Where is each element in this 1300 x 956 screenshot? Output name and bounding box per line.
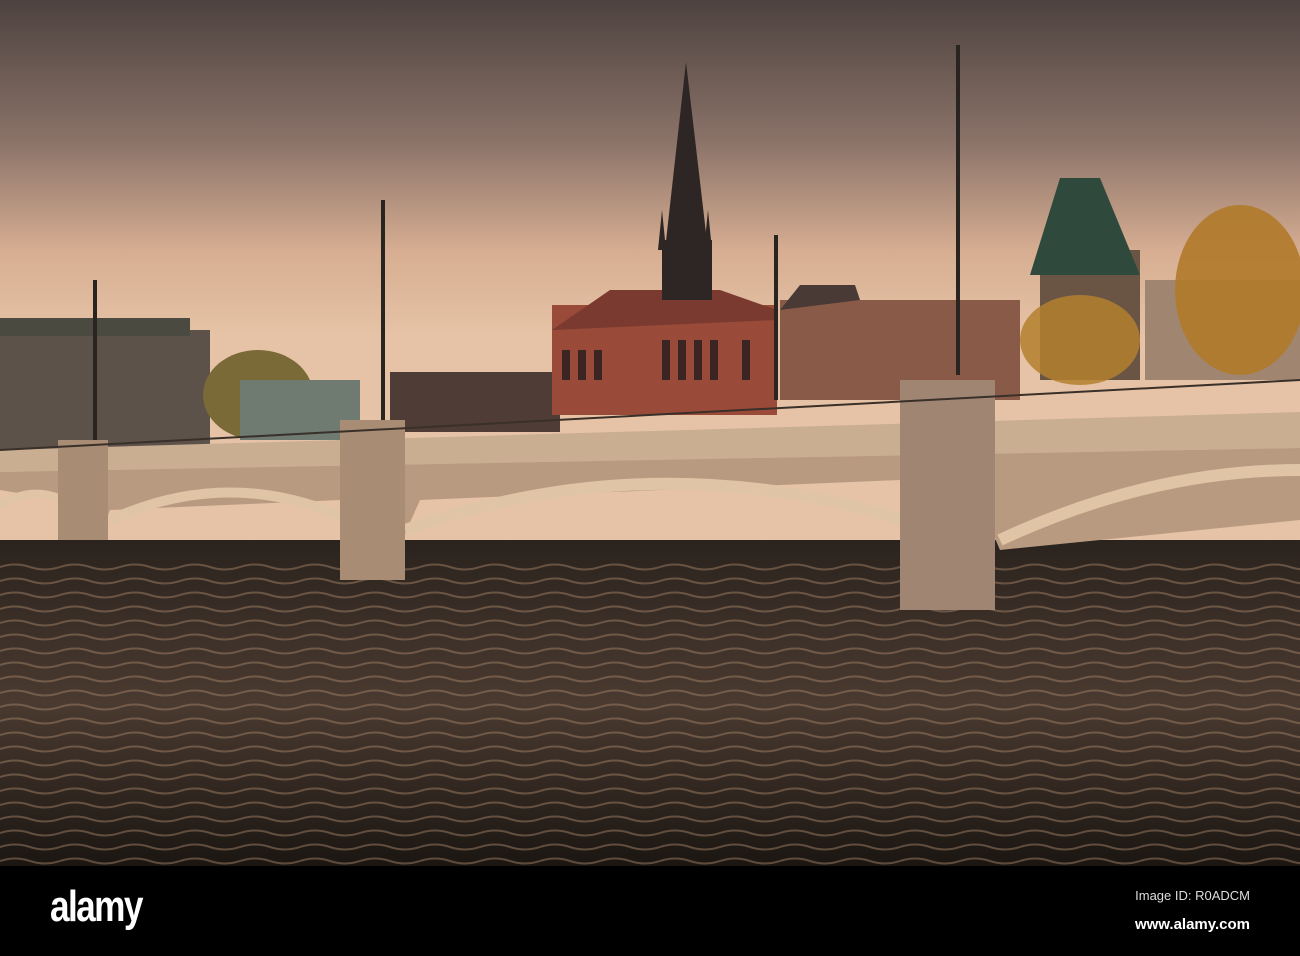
image-id: Image ID: R0ADCM (1135, 888, 1250, 903)
building (390, 372, 560, 432)
alamy-logo: alamy (50, 882, 143, 931)
riksdag-building (0, 318, 210, 450)
water-ripples (0, 560, 1300, 866)
autumn-tree (1175, 205, 1300, 375)
footer-bar: alamy Image ID: R0ADCM www.alamy.com (0, 866, 1300, 956)
red-brick-building (552, 290, 777, 415)
photo-stockholm-bridge (0, 0, 1300, 866)
stock-photo: alamy Image ID: R0ADCM www.alamy.com (0, 0, 1300, 956)
site-url: www.alamy.com (1134, 916, 1250, 933)
autumn-tree (1020, 295, 1140, 385)
